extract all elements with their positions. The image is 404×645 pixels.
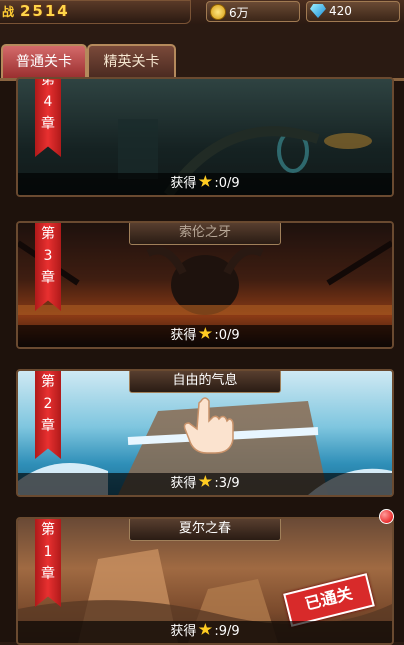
gold-coin-icon <box>210 4 226 20</box>
tab-elite-stages[interactable]: 精英关卡 <box>87 44 176 78</box>
reward-notification-dot[interactable] <box>379 509 394 524</box>
diamond-value: 420 <box>329 4 352 18</box>
chapter-card-3[interactable]: 索伦之牙 第3章 获得:0/9 <box>16 221 394 349</box>
top-status-bar: 战 2514 6万 420 <box>0 0 404 24</box>
diamond-counter[interactable]: 420 <box>306 1 400 22</box>
chapter-2-ribbon: 第2章 <box>35 371 61 459</box>
gold-coin-counter[interactable]: 6万 <box>206 1 300 22</box>
tutorial-hand-icon <box>183 397 234 454</box>
chapter-3-stars: 获得:0/9 <box>18 325 392 347</box>
chapter-card-1[interactable]: 夏尔之春 第1章 已通关 获得:9/9 <box>16 517 394 645</box>
battle-power-value: 2514 <box>20 2 70 20</box>
chapter-card-4[interactable]: 第4章 获得:0/9 <box>16 77 394 197</box>
stage-tabs: 普通关卡 精英关卡 <box>0 24 404 78</box>
chapter-3-title: 索伦之牙 <box>129 223 281 245</box>
diamond-icon <box>310 4 326 18</box>
tab-normal-stages[interactable]: 普通关卡 <box>1 44 87 78</box>
star-icon <box>198 623 213 635</box>
chapter-4-stars: 获得:0/9 <box>18 173 392 195</box>
chapter-1-title: 夏尔之春 <box>129 519 281 541</box>
gold-coin-value: 6万 <box>229 6 249 20</box>
star-icon <box>198 475 213 487</box>
battle-power-display: 战 2514 <box>0 0 191 24</box>
chapter-1-stars: 获得:9/9 <box>18 621 392 643</box>
power-icon: 战 <box>2 5 15 19</box>
chapter-1-ribbon: 第1章 <box>35 519 61 607</box>
chapter-4-ribbon: 第4章 <box>35 79 61 157</box>
star-icon <box>198 175 213 187</box>
chapter-2-title: 自由的气息 <box>129 371 281 393</box>
chapter-2-stars: 获得:3/9 <box>18 473 392 495</box>
chapter-list[interactable]: 第4章 获得:0/9 索伦之牙 第3章 获得:0/9 自由的气息 第 2 章… <box>0 77 404 645</box>
star-icon <box>198 327 213 339</box>
chapter-3-ribbon: 第3章 <box>35 223 61 311</box>
